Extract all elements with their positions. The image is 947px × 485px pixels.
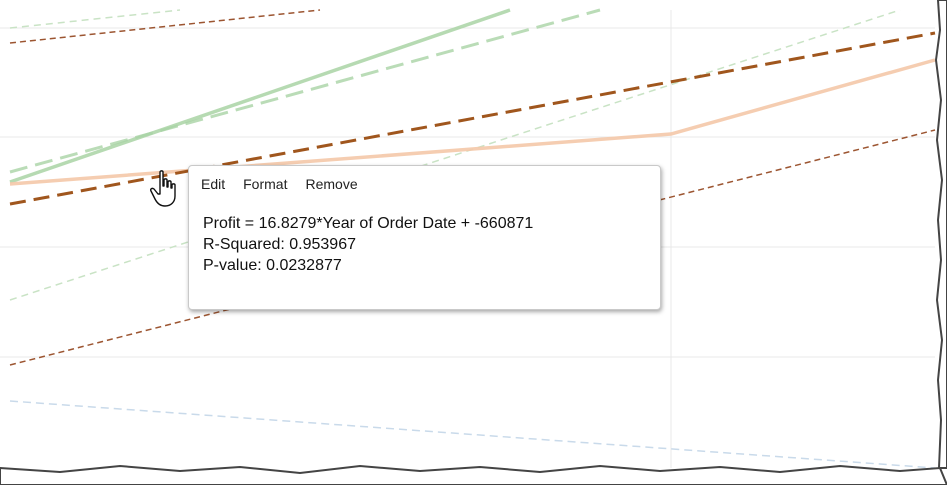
trend-line-green-solid[interactable] (9, 8, 511, 184)
edit-menu-item[interactable]: Edit (201, 176, 225, 192)
trend-line-brown-top[interactable] (9, 9, 321, 44)
hand-pointer-icon (150, 170, 176, 207)
trend-line-tooltip: Edit Format Remove Profit = 16.8279*Year… (188, 165, 661, 310)
trend-line-light-blue[interactable] (9, 400, 936, 469)
tooltip-body: Profit = 16.8279*Year of Order Date + -6… (189, 192, 660, 276)
trend-line-light-green-top[interactable] (9, 9, 181, 29)
trend-equation: Profit = 16.8279*Year of Order Date + -6… (203, 215, 534, 232)
torn-edge-right (934, 0, 947, 469)
torn-edge-bottom (0, 464, 947, 485)
tooltip-menu: Edit Format Remove (189, 166, 660, 192)
remove-menu-item[interactable]: Remove (305, 176, 357, 192)
r-squared-value: R-Squared: 0.953967 (203, 236, 356, 253)
p-value: P-value: 0.0232877 (203, 257, 342, 274)
format-menu-item[interactable]: Format (243, 176, 287, 192)
